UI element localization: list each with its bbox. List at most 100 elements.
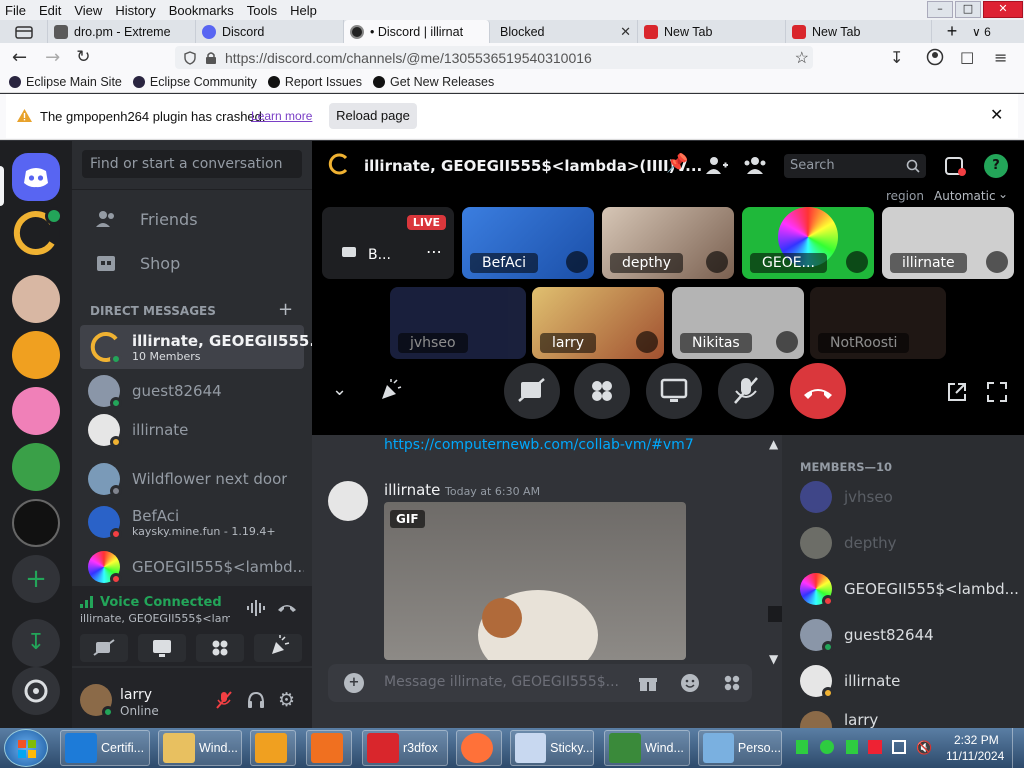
disconnect-icon[interactable]	[277, 600, 297, 614]
user-avatar[interactable]	[80, 684, 114, 718]
menu-tools[interactable]: Tools	[242, 3, 285, 18]
dm-item-guest82644[interactable]: guest82644	[80, 370, 304, 412]
server-avatar-pink[interactable]	[12, 387, 60, 435]
member-larry[interactable]: larry	[800, 711, 878, 728]
call-activities-button[interactable]	[574, 363, 630, 419]
voice-channel[interactable]: illirnate, GEOEGII555$<lam...	[80, 612, 230, 625]
call-search-input[interactable]: Search	[784, 154, 926, 178]
hang-up-button[interactable]	[790, 363, 846, 419]
taskbar-certifi[interactable]: Certifi...	[60, 730, 150, 766]
menu-file[interactable]: File	[0, 3, 34, 18]
member-list-icon[interactable]	[744, 155, 766, 175]
bookmark-get-new-releases[interactable]: Get New Releases	[372, 75, 494, 89]
taskbar-r3dfox[interactable]: r3dfox	[362, 730, 448, 766]
tile-befaci[interactable]: BefAci	[462, 207, 594, 279]
activities-button[interactable]	[196, 634, 244, 662]
add-server-button[interactable]: +	[12, 555, 60, 603]
download-apps-button[interactable]: ↧	[12, 619, 60, 667]
message-avatar-penguin[interactable]	[328, 481, 368, 521]
close-notification-icon[interactable]: ✕	[990, 105, 1003, 125]
scroll-up-arrow-icon[interactable]: ▲	[769, 437, 778, 451]
taskbar-explorer[interactable]: Wind...	[158, 730, 242, 766]
url-bar[interactable]: https://discord.com/channels/@me/1305536…	[175, 46, 813, 69]
tab-list-dropdown[interactable]: ∨ 6	[972, 25, 1012, 39]
apps-icon[interactable]	[722, 673, 742, 693]
more-options-icon[interactable]: ⋯	[426, 242, 442, 261]
reload-icon[interactable]: ↻	[76, 47, 90, 67]
tracking-shield-icon[interactable]	[183, 50, 197, 65]
bookmark-eclipse-main[interactable]: Eclipse Main Site	[9, 75, 122, 89]
close-tab-icon[interactable]: ✕	[620, 24, 631, 40]
menu-help[interactable]: Help	[285, 3, 325, 18]
dm-item-group[interactable]: illirnate, GEOEGII555... 10 Members	[80, 325, 326, 369]
emoji-icon[interactable]	[680, 673, 700, 693]
fullscreen-icon[interactable]	[986, 381, 1008, 403]
collapse-chevron-icon[interactable]: ⌄	[332, 379, 347, 400]
lock-icon[interactable]	[205, 51, 217, 65]
tab-discord[interactable]: Discord	[196, 20, 344, 43]
settings-gear-icon[interactable]: ⚙	[278, 689, 295, 711]
taskbar-wind2[interactable]: Wind...	[604, 730, 690, 766]
discord-home-button[interactable]	[12, 153, 60, 201]
camera-button[interactable]	[80, 634, 128, 662]
tab-overview-button[interactable]	[0, 20, 48, 43]
menu-view[interactable]: View	[69, 3, 110, 18]
taskbar-media[interactable]	[250, 730, 296, 766]
region-select[interactable]: Automatic	[934, 189, 996, 203]
dm-item-wildflower[interactable]: Wildflower next door	[80, 458, 304, 500]
chat-link[interactable]: https://computernewb.com/collab-vm/#vm7	[384, 437, 694, 453]
dm-search-input[interactable]: Find or start a conversation	[82, 150, 302, 178]
clock-time[interactable]: 2:32 PM	[954, 733, 999, 747]
account-icon[interactable]	[926, 48, 944, 66]
soundboard-button[interactable]	[254, 634, 302, 662]
hamburger-menu-icon[interactable]: ≡	[994, 48, 1007, 67]
back-arrow-icon[interactable]: ←	[12, 47, 27, 68]
clock-date[interactable]: 11/11/2024	[946, 749, 1004, 763]
stream-tile[interactable]: LIVE B... ⋯	[322, 207, 454, 279]
show-desktop-button[interactable]	[1012, 728, 1024, 768]
noise-suppression-icon[interactable]	[246, 600, 266, 616]
message-author[interactable]: illirnate	[384, 481, 440, 499]
call-camera-button[interactable]	[504, 363, 560, 419]
tile-illirnate[interactable]: illirnate	[882, 207, 1014, 279]
screenshare-button[interactable]	[138, 634, 186, 662]
member-guest82644[interactable]: guest82644	[800, 619, 934, 653]
nav-shop[interactable]: Shop	[80, 242, 304, 284]
tray-volume-muted-icon[interactable]: 🔇	[916, 740, 932, 756]
gif-attachment[interactable]: GIF	[384, 502, 686, 660]
server-avatar-blonde[interactable]	[12, 275, 60, 323]
member-illirnate[interactable]: illirnate	[800, 665, 900, 699]
server-avatar-vegans[interactable]	[12, 443, 60, 491]
create-dm-plus-icon[interactable]: +	[278, 299, 293, 320]
tile-larry[interactable]: larry	[532, 287, 664, 359]
reload-page-button[interactable]: Reload page	[329, 103, 417, 129]
chevron-down-icon[interactable]: ⌄	[998, 187, 1008, 201]
taskbar-firefox[interactable]	[456, 730, 502, 766]
tab-discord-active[interactable]: • Discord | illirnat	[344, 20, 490, 43]
tray-display-icon[interactable]	[892, 740, 906, 754]
start-button[interactable]	[4, 729, 48, 767]
dm-item-geoegii[interactable]: GEOEGII555$<lambd...	[80, 546, 304, 588]
taskbar-sticky[interactable]: Sticky...	[510, 730, 594, 766]
attach-plus-icon[interactable]: +	[344, 673, 364, 693]
learn-more-link[interactable]: Learn more	[251, 109, 312, 123]
taskbar-perso[interactable]: Perso...	[698, 730, 782, 766]
inbox-icon[interactable]	[944, 155, 966, 177]
tab-new-1[interactable]: New Tab	[638, 20, 786, 43]
tab-new-2[interactable]: New Tab	[786, 20, 932, 43]
dm-item-illirnate[interactable]: illirnate	[80, 409, 304, 451]
maximize-button[interactable]: □	[955, 1, 981, 18]
pin-icon[interactable]: 📌	[666, 153, 688, 174]
help-icon[interactable]: ?	[984, 154, 1008, 178]
tile-depthy[interactable]: depthy	[602, 207, 734, 279]
minimize-button[interactable]: –	[927, 1, 953, 18]
dm-item-befaci[interactable]: BefAci kaysky.mine.fun - 1.19.4+	[80, 501, 304, 543]
menu-bookmarks[interactable]: Bookmarks	[164, 3, 242, 18]
forward-arrow-icon[interactable]: →	[45, 47, 60, 68]
tile-nikitas[interactable]: Nikitas	[672, 287, 804, 359]
add-friend-icon[interactable]	[704, 154, 728, 176]
tab-blocked[interactable]: Blocked ✕	[490, 20, 638, 43]
call-screenshare-button[interactable]	[646, 363, 702, 419]
download-icon[interactable]: ↧	[890, 48, 903, 67]
menu-history[interactable]: History	[110, 3, 163, 18]
